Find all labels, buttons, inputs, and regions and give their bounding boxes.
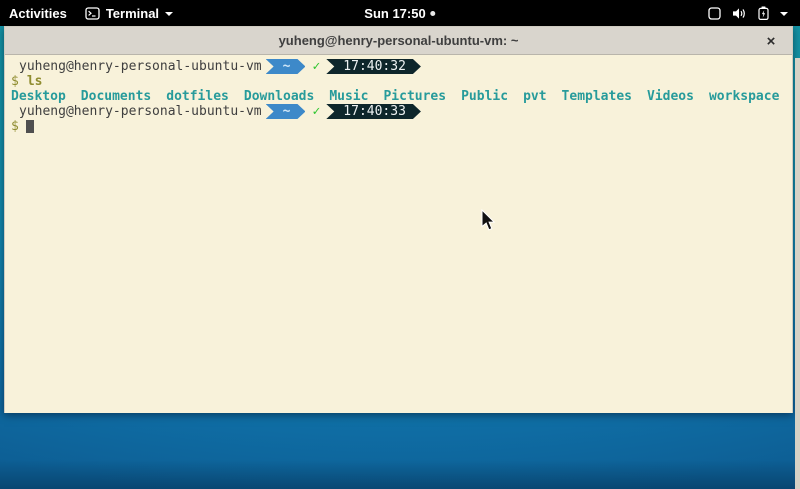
- clock-button[interactable]: Sun 17:50: [364, 0, 435, 26]
- mouse-cursor: [481, 209, 496, 232]
- close-button[interactable]: ×: [760, 27, 782, 55]
- terminal-cursor: [26, 120, 34, 133]
- terminal-app-icon: [85, 7, 100, 20]
- prompt-line: yuheng@henry-personal-ubuntu-vm ~ ✓ 17:4…: [11, 104, 786, 119]
- directory-name: workspace: [709, 89, 779, 104]
- prompt-host: yuheng@henry-personal-ubuntu-vm: [19, 59, 262, 74]
- directory-name: dotfiles: [166, 89, 229, 104]
- chevron-down-icon: [780, 12, 788, 16]
- notification-dot: [431, 11, 436, 16]
- directory-name: Documents: [81, 89, 151, 104]
- directory-listing: Desktop Documents dotfiles Downloads Music Pi…: [11, 89, 786, 104]
- window-titlebar[interactable]: yuheng@henry-personal-ubuntu-vm: ~ ×: [5, 27, 792, 55]
- app-menu-button[interactable]: Terminal: [76, 0, 182, 26]
- top-bar: Activities Terminal Sun 17:50: [0, 0, 800, 26]
- directory-name: Videos: [647, 89, 694, 104]
- prompt-symbol: $: [11, 119, 19, 134]
- directory-name: Pictures: [383, 89, 446, 104]
- prompt-host: yuheng@henry-personal-ubuntu-vm: [19, 104, 262, 119]
- powerline-time-segment: 17:40:33: [326, 104, 421, 119]
- success-check-icon: ✓: [312, 59, 320, 74]
- display-icon: [708, 7, 721, 20]
- window-title: yuheng@henry-personal-ubuntu-vm: ~: [279, 33, 519, 48]
- command-line: $ ls: [11, 74, 786, 89]
- top-bar-right: [696, 0, 800, 26]
- chevron-down-icon: [165, 12, 173, 16]
- directory-name: Public: [461, 89, 508, 104]
- directory-name: Downloads: [244, 89, 314, 104]
- desktop: Activities Terminal Sun 17:50: [0, 0, 800, 489]
- system-menu-button[interactable]: [696, 0, 800, 26]
- terminal-scrollbar[interactable]: [795, 58, 800, 489]
- activities-button[interactable]: Activities: [0, 0, 76, 26]
- prompt-symbol: $: [11, 74, 19, 89]
- powerline-path-segment: ~: [266, 59, 306, 74]
- directory-name: Music: [329, 89, 368, 104]
- directory-name: Desktop: [11, 89, 66, 104]
- current-command-line: $: [11, 119, 786, 134]
- terminal-content[interactable]: yuheng@henry-personal-ubuntu-vm ~ ✓ 17:4…: [5, 55, 792, 413]
- battery-charging-icon: [758, 6, 769, 20]
- directory-name: Templates: [562, 89, 632, 104]
- top-bar-left: Activities Terminal: [0, 0, 182, 26]
- typed-command: ls: [27, 74, 43, 89]
- prompt-line: yuheng@henry-personal-ubuntu-vm ~ ✓ 17:4…: [11, 59, 786, 74]
- powerline-path-segment: ~: [266, 104, 306, 119]
- powerline-time-segment: 17:40:32: [326, 59, 421, 74]
- volume-icon: [732, 7, 747, 20]
- clock-label: Sun 17:50: [364, 6, 425, 21]
- success-check-icon: ✓: [312, 104, 320, 119]
- directory-name: pvt: [523, 89, 546, 104]
- app-menu-label: Terminal: [106, 6, 159, 21]
- terminal-window: yuheng@henry-personal-ubuntu-vm: ~ × yuh…: [4, 26, 793, 413]
